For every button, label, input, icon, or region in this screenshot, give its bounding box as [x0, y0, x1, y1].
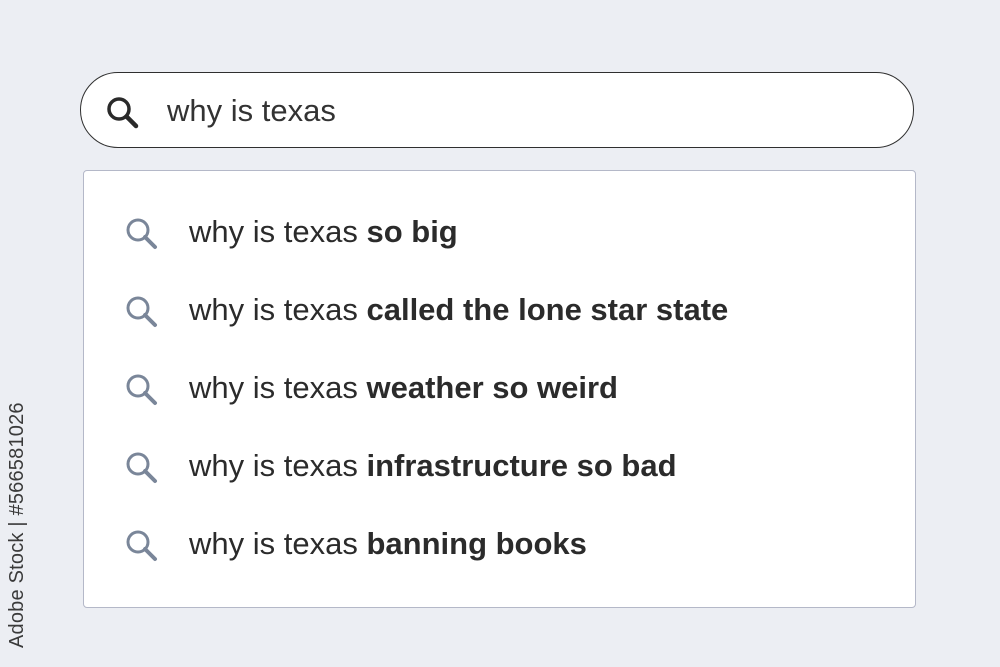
suggestion-completion: weather so weird — [366, 370, 618, 405]
suggestion-text: why is texas weather so weird — [189, 358, 618, 418]
suggestion-completion: banning books — [366, 526, 587, 561]
search-icon[interactable] — [103, 93, 143, 133]
suggestion-item[interactable]: why is texas so big — [84, 202, 915, 262]
search-icon — [122, 214, 162, 254]
search-icon — [122, 292, 162, 332]
search-input[interactable] — [167, 73, 887, 149]
suggestion-text: why is texas infrastructure so bad — [189, 436, 677, 496]
search-icon — [122, 448, 162, 488]
suggestion-text: why is texas so big — [189, 202, 458, 262]
suggestion-completion: so big — [366, 214, 458, 249]
search-bar[interactable] — [80, 72, 914, 149]
search-icon — [122, 370, 162, 410]
suggestion-text: why is texas called the lone star state — [189, 280, 728, 340]
suggestion-item[interactable]: why is texas called the lone star state — [84, 280, 915, 340]
suggestion-prefix: why is texas — [189, 526, 358, 561]
suggestion-prefix: why is texas — [189, 214, 358, 249]
suggestion-item[interactable]: why is texas banning books — [84, 514, 915, 574]
search-icon — [122, 526, 162, 566]
stock-watermark: Adobe Stock | #566581026 — [6, 402, 28, 648]
suggestion-completion: infrastructure so bad — [366, 448, 677, 483]
suggestion-text: why is texas banning books — [189, 514, 587, 574]
suggestion-completion: called the lone star state — [366, 292, 729, 327]
suggestion-item[interactable]: why is texas weather so weird — [84, 358, 915, 418]
suggestions-dropdown: why is texas so big why is texas called … — [83, 170, 916, 608]
suggestion-prefix: why is texas — [189, 448, 358, 483]
suggestion-item[interactable]: why is texas infrastructure so bad — [84, 436, 915, 496]
suggestion-prefix: why is texas — [189, 370, 358, 405]
suggestion-prefix: why is texas — [189, 292, 358, 327]
